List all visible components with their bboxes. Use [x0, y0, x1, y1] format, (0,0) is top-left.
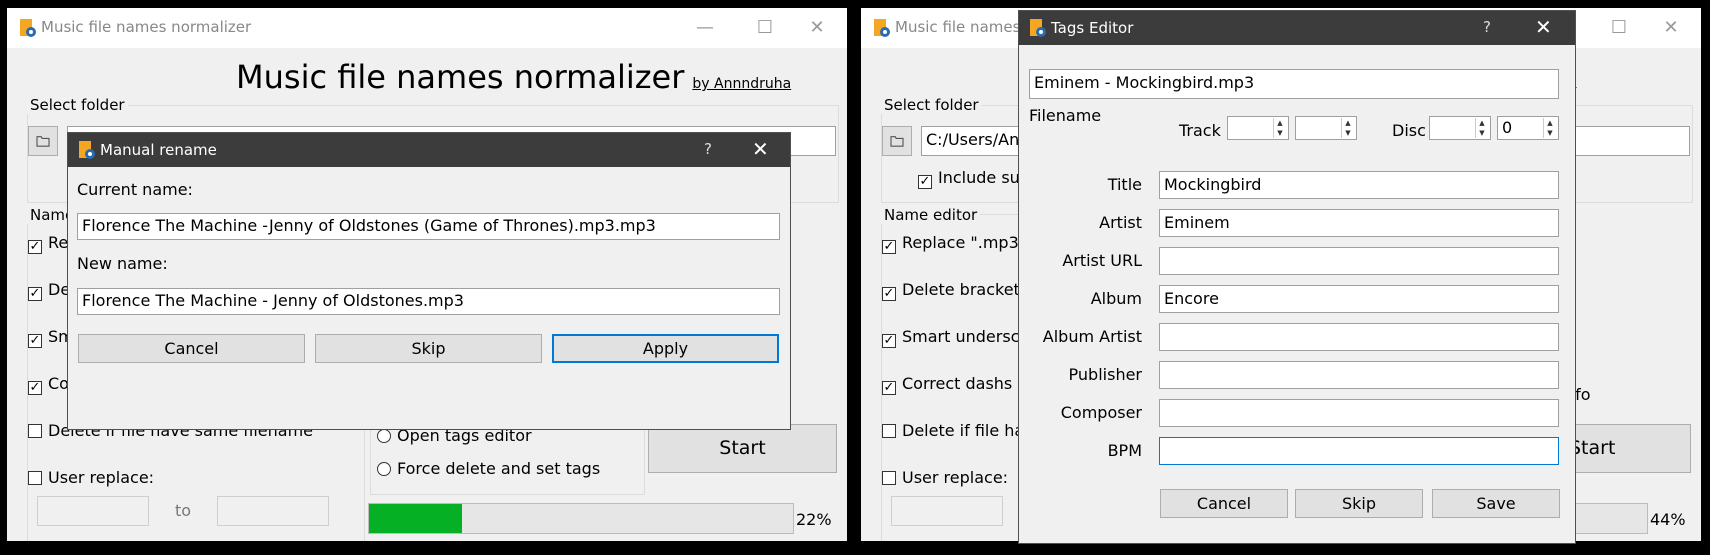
artist-url-field[interactable]: [1159, 247, 1559, 275]
app-music-icon: [79, 141, 95, 159]
disc-number-spinbox[interactable]: ▲ ▼: [1429, 116, 1491, 140]
new-name-field[interactable]: Florence The Machine - Jenny of Oldstone…: [77, 288, 780, 315]
to-label: to: [175, 501, 192, 520]
album-label: Album: [1090, 289, 1142, 308]
folder-icon: [36, 136, 50, 147]
user-replace-checkbox[interactable]: User replace:: [28, 468, 154, 487]
album-artist-field[interactable]: [1159, 323, 1559, 351]
save-button[interactable]: Save: [1432, 489, 1560, 518]
help-icon[interactable]: ?: [1483, 18, 1491, 36]
close-icon[interactable]: ✕: [1651, 14, 1691, 42]
browse-folder-button[interactable]: [28, 126, 58, 156]
track-total-spinbox[interactable]: ▲ ▼: [1295, 116, 1357, 140]
cancel-button[interactable]: Cancel: [78, 334, 305, 363]
album-artist-label: Album Artist: [1042, 327, 1142, 346]
disc-total-spinbox[interactable]: 0 ▲ ▼: [1497, 116, 1559, 140]
delete-brackets-checkbox[interactable]: ✓ De: [28, 280, 70, 301]
delete-same-filename-checkbox[interactable]: Delete if file hav: [882, 421, 1034, 440]
include-subfolders-checkbox[interactable]: ✓ Include su: [918, 168, 1020, 189]
correct-dashes-checkbox[interactable]: ✓ Co: [28, 374, 69, 395]
progress-bar: [368, 503, 794, 534]
spin-arrows-icon[interactable]: ▲ ▼: [1475, 118, 1488, 138]
disc-label: Disc: [1392, 121, 1426, 140]
manual-rename-dialog: Manual rename ? ✕ Current name: Florence…: [67, 132, 791, 430]
window-title: Music file names normalizer: [41, 18, 252, 36]
heading-text: Music file names normalizer: [236, 58, 685, 96]
publisher-field[interactable]: [1159, 361, 1559, 389]
select-folder-label: Select folder: [881, 96, 982, 114]
close-icon[interactable]: ✕: [1535, 15, 1552, 39]
dialog-title-bar: Tags Editor ? ✕: [1019, 11, 1575, 45]
close-icon[interactable]: ✕: [752, 137, 769, 161]
dialog-title: Tags Editor: [1051, 19, 1134, 37]
current-name-label: Current name:: [77, 180, 193, 199]
tags-editor-dialog: Tags Editor ? ✕ Eminem - Mockingbird.mp3…: [1018, 10, 1576, 544]
app-music-icon: [20, 19, 36, 37]
spin-arrows-icon[interactable]: ▲ ▼: [1273, 118, 1286, 138]
composer-label: Composer: [1060, 403, 1142, 422]
title-bar: Music file names normalizer — ☐ ✕: [7, 8, 847, 48]
apply-button[interactable]: Apply: [552, 334, 779, 363]
bpm-label: BPM: [1107, 441, 1142, 460]
user-replace-checkbox[interactable]: User replace:: [882, 468, 1008, 487]
replace-mp3-checkbox[interactable]: ✓ Re: [28, 233, 68, 254]
delete-brackets-checkbox[interactable]: ✓ Delete brackets: [882, 280, 1028, 301]
app-music-icon: [1030, 19, 1046, 37]
browse-folder-button[interactable]: [882, 126, 912, 156]
title-field[interactable]: Mockingbird: [1159, 171, 1559, 199]
main-window-left: Music file names normalizer — ☐ ✕ Music …: [7, 8, 847, 541]
artist-field[interactable]: Eminem: [1159, 209, 1559, 237]
maximize-icon[interactable]: ☐: [1599, 14, 1639, 42]
filename-field[interactable]: Eminem - Mockingbird.mp3: [1029, 69, 1559, 99]
app-music-icon: [874, 19, 890, 37]
force-delete-radio[interactable]: Force delete and set tags: [377, 459, 600, 478]
folder-icon: [890, 136, 904, 147]
user-replace-from-input[interactable]: [891, 496, 1003, 526]
select-folder-label: Select folder: [27, 96, 128, 114]
skip-button[interactable]: Skip: [315, 334, 542, 363]
correct-dashes-checkbox[interactable]: ✓ Correct dashs a: [882, 374, 1027, 395]
spin-arrows-icon[interactable]: ▲ ▼: [1341, 118, 1354, 138]
composer-field[interactable]: [1159, 399, 1559, 427]
spin-arrows-icon[interactable]: ▲ ▼: [1543, 118, 1556, 138]
album-field[interactable]: Encore: [1159, 285, 1559, 313]
publisher-label: Publisher: [1068, 365, 1142, 384]
cancel-button[interactable]: Cancel: [1160, 489, 1288, 518]
name-editor-label: Name editor: [881, 206, 981, 224]
maximize-icon[interactable]: ☐: [745, 14, 785, 42]
dialog-title: Manual rename: [100, 141, 217, 159]
start-button[interactable]: Start: [648, 424, 837, 473]
close-icon[interactable]: ✕: [797, 14, 837, 42]
progress-percent: 22%: [796, 510, 832, 529]
help-icon[interactable]: ?: [704, 140, 712, 158]
page-title: Music file names normalizer by Annndruha: [236, 58, 791, 96]
progress-percent: 44%: [1650, 510, 1686, 529]
user-replace-to-input[interactable]: [217, 496, 329, 526]
progress-fill: [369, 504, 463, 533]
new-name-label: New name:: [77, 254, 168, 273]
current-name-field[interactable]: Florence The Machine -Jenny of Oldstones…: [77, 213, 780, 240]
title-label: Title: [1107, 175, 1142, 194]
track-label: Track: [1179, 121, 1221, 140]
user-replace-from-input[interactable]: [37, 496, 149, 526]
artist-url-label: Artist URL: [1062, 251, 1142, 270]
artist-label: Artist: [1099, 213, 1142, 232]
smart-underscore-checkbox[interactable]: ✓ Smart undersco: [882, 327, 1029, 348]
bpm-field[interactable]: [1159, 437, 1559, 465]
minimize-icon[interactable]: —: [685, 14, 725, 42]
filename-label: Filename: [1029, 106, 1102, 125]
replace-mp3-checkbox[interactable]: ✓ Replace ".mp3.r: [882, 233, 1030, 254]
author-link[interactable]: by Annndruha: [692, 76, 791, 92]
skip-button[interactable]: Skip: [1295, 489, 1423, 518]
track-number-spinbox[interactable]: ▲ ▼: [1227, 116, 1289, 140]
dialog-title-bar: Manual rename ? ✕: [68, 133, 790, 167]
